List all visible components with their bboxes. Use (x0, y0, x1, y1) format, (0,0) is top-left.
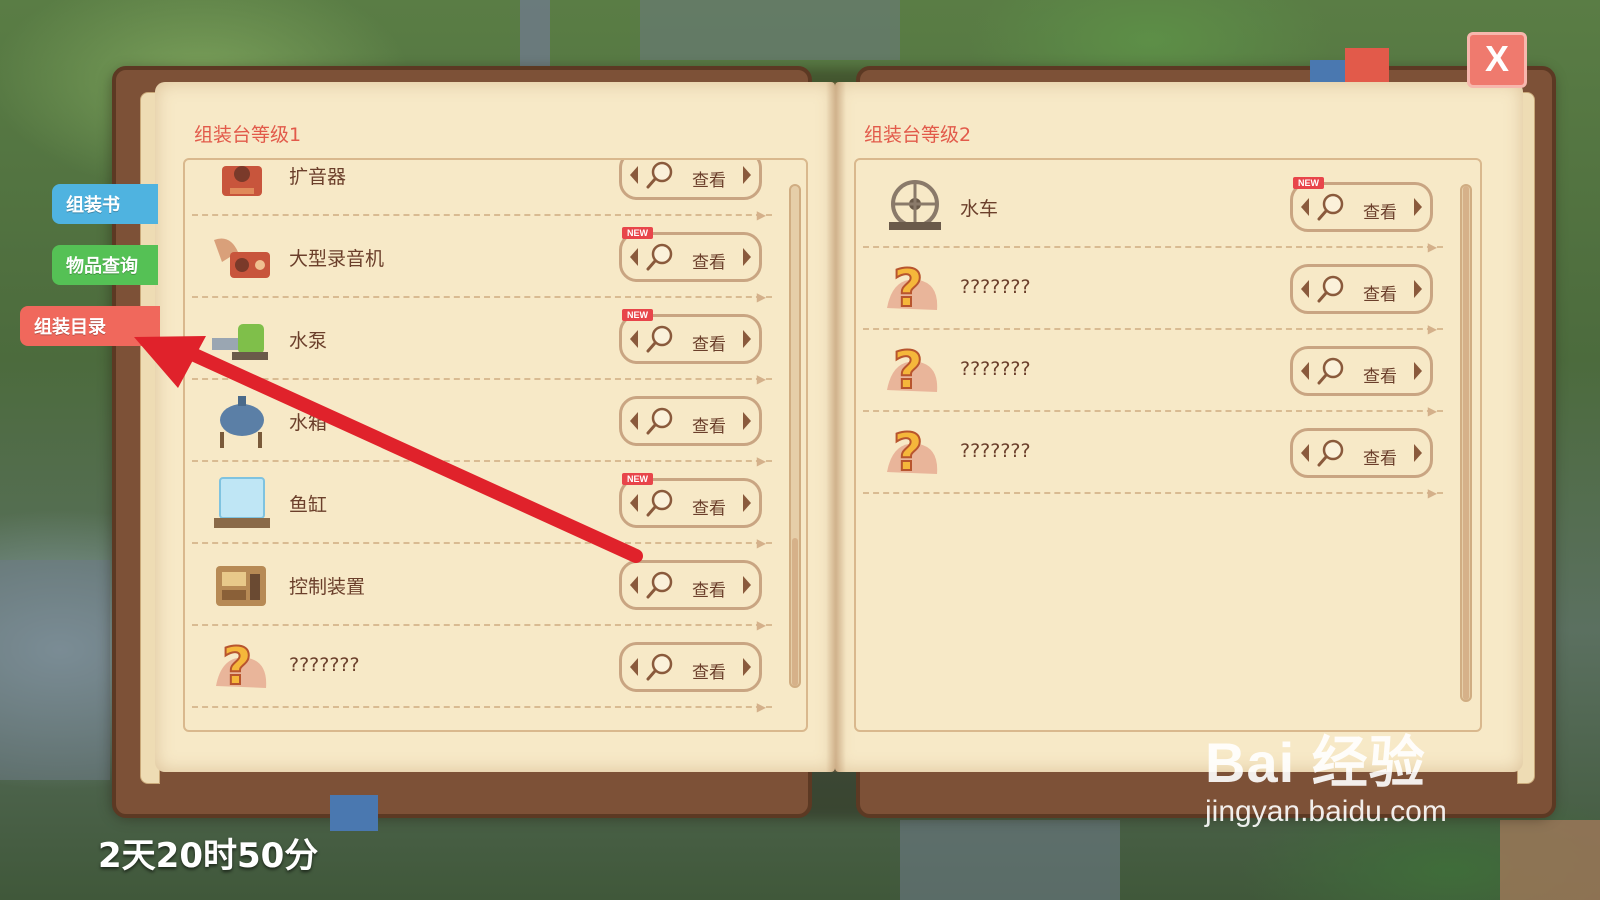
annotation-arrow (134, 336, 643, 563)
